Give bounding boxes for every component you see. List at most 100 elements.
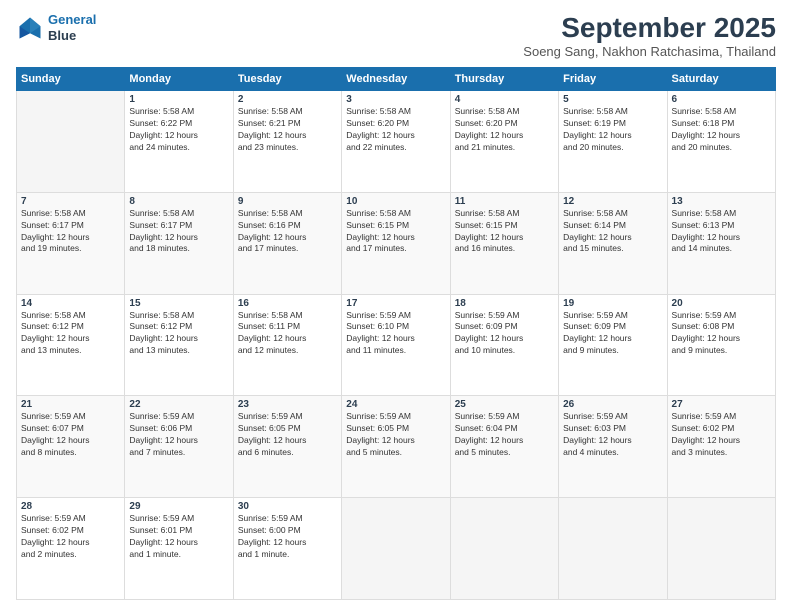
day-number: 21	[21, 399, 120, 410]
day-info: Sunrise: 5:58 AM Sunset: 6:18 PM Dayligh…	[672, 106, 771, 154]
calendar-body: 1Sunrise: 5:58 AM Sunset: 6:22 PM Daylig…	[17, 91, 776, 600]
calendar-cell: 19Sunrise: 5:59 AM Sunset: 6:09 PM Dayli…	[559, 294, 667, 396]
day-info: Sunrise: 5:58 AM Sunset: 6:15 PM Dayligh…	[455, 208, 554, 256]
day-info: Sunrise: 5:59 AM Sunset: 6:09 PM Dayligh…	[455, 310, 554, 358]
calendar-cell: 10Sunrise: 5:58 AM Sunset: 6:15 PM Dayli…	[342, 192, 450, 294]
calendar-cell: 24Sunrise: 5:59 AM Sunset: 6:05 PM Dayli…	[342, 396, 450, 498]
day-info: Sunrise: 5:59 AM Sunset: 6:02 PM Dayligh…	[672, 411, 771, 459]
day-number: 30	[238, 501, 337, 512]
day-info: Sunrise: 5:59 AM Sunset: 6:03 PM Dayligh…	[563, 411, 662, 459]
calendar-cell	[667, 498, 775, 600]
calendar-cell: 5Sunrise: 5:58 AM Sunset: 6:19 PM Daylig…	[559, 91, 667, 193]
calendar-cell: 13Sunrise: 5:58 AM Sunset: 6:13 PM Dayli…	[667, 192, 775, 294]
day-number: 10	[346, 196, 445, 207]
calendar-cell	[450, 498, 558, 600]
calendar-cell: 22Sunrise: 5:59 AM Sunset: 6:06 PM Dayli…	[125, 396, 233, 498]
day-info: Sunrise: 5:59 AM Sunset: 6:05 PM Dayligh…	[238, 411, 337, 459]
weekday-header: Thursday	[450, 68, 558, 91]
calendar-cell: 14Sunrise: 5:58 AM Sunset: 6:12 PM Dayli…	[17, 294, 125, 396]
day-number: 13	[672, 196, 771, 207]
day-info: Sunrise: 5:59 AM Sunset: 6:07 PM Dayligh…	[21, 411, 120, 459]
calendar-cell: 18Sunrise: 5:59 AM Sunset: 6:09 PM Dayli…	[450, 294, 558, 396]
day-info: Sunrise: 5:58 AM Sunset: 6:16 PM Dayligh…	[238, 208, 337, 256]
weekday-header-row: SundayMondayTuesdayWednesdayThursdayFrid…	[17, 68, 776, 91]
calendar-cell: 30Sunrise: 5:59 AM Sunset: 6:00 PM Dayli…	[233, 498, 341, 600]
day-number: 27	[672, 399, 771, 410]
header: General Blue September 2025 Soeng Sang, …	[16, 12, 776, 59]
day-info: Sunrise: 5:58 AM Sunset: 6:12 PM Dayligh…	[129, 310, 228, 358]
calendar-cell: 27Sunrise: 5:59 AM Sunset: 6:02 PM Dayli…	[667, 396, 775, 498]
day-number: 8	[129, 196, 228, 207]
day-info: Sunrise: 5:58 AM Sunset: 6:21 PM Dayligh…	[238, 106, 337, 154]
day-info: Sunrise: 5:59 AM Sunset: 6:09 PM Dayligh…	[563, 310, 662, 358]
day-number: 2	[238, 94, 337, 105]
day-info: Sunrise: 5:58 AM Sunset: 6:12 PM Dayligh…	[21, 310, 120, 358]
day-info: Sunrise: 5:59 AM Sunset: 6:01 PM Dayligh…	[129, 513, 228, 561]
day-number: 14	[21, 298, 120, 309]
day-info: Sunrise: 5:58 AM Sunset: 6:19 PM Dayligh…	[563, 106, 662, 154]
calendar-cell: 6Sunrise: 5:58 AM Sunset: 6:18 PM Daylig…	[667, 91, 775, 193]
day-number: 3	[346, 94, 445, 105]
calendar-cell: 3Sunrise: 5:58 AM Sunset: 6:20 PM Daylig…	[342, 91, 450, 193]
day-info: Sunrise: 5:59 AM Sunset: 6:06 PM Dayligh…	[129, 411, 228, 459]
calendar-cell: 8Sunrise: 5:58 AM Sunset: 6:17 PM Daylig…	[125, 192, 233, 294]
day-number: 20	[672, 298, 771, 309]
calendar-cell: 25Sunrise: 5:59 AM Sunset: 6:04 PM Dayli…	[450, 396, 558, 498]
calendar-cell	[559, 498, 667, 600]
calendar-table: SundayMondayTuesdayWednesdayThursdayFrid…	[16, 67, 776, 600]
day-number: 26	[563, 399, 662, 410]
day-info: Sunrise: 5:59 AM Sunset: 6:00 PM Dayligh…	[238, 513, 337, 561]
weekday-header: Saturday	[667, 68, 775, 91]
calendar-cell: 11Sunrise: 5:58 AM Sunset: 6:15 PM Dayli…	[450, 192, 558, 294]
calendar-cell	[342, 498, 450, 600]
weekday-header: Tuesday	[233, 68, 341, 91]
day-info: Sunrise: 5:58 AM Sunset: 6:17 PM Dayligh…	[21, 208, 120, 256]
day-number: 17	[346, 298, 445, 309]
day-info: Sunrise: 5:58 AM Sunset: 6:20 PM Dayligh…	[455, 106, 554, 154]
calendar-week-row: 7Sunrise: 5:58 AM Sunset: 6:17 PM Daylig…	[17, 192, 776, 294]
calendar-cell: 21Sunrise: 5:59 AM Sunset: 6:07 PM Dayli…	[17, 396, 125, 498]
day-number: 29	[129, 501, 228, 512]
day-info: Sunrise: 5:58 AM Sunset: 6:22 PM Dayligh…	[129, 106, 228, 154]
month-title: September 2025	[523, 12, 776, 44]
logo-icon	[16, 14, 44, 42]
day-info: Sunrise: 5:59 AM Sunset: 6:05 PM Dayligh…	[346, 411, 445, 459]
day-number: 6	[672, 94, 771, 105]
calendar-week-row: 28Sunrise: 5:59 AM Sunset: 6:02 PM Dayli…	[17, 498, 776, 600]
day-number: 24	[346, 399, 445, 410]
day-number: 18	[455, 298, 554, 309]
day-number: 9	[238, 196, 337, 207]
calendar-cell: 2Sunrise: 5:58 AM Sunset: 6:21 PM Daylig…	[233, 91, 341, 193]
logo: General Blue	[16, 12, 96, 43]
day-info: Sunrise: 5:59 AM Sunset: 6:10 PM Dayligh…	[346, 310, 445, 358]
calendar-week-row: 14Sunrise: 5:58 AM Sunset: 6:12 PM Dayli…	[17, 294, 776, 396]
calendar-cell: 1Sunrise: 5:58 AM Sunset: 6:22 PM Daylig…	[125, 91, 233, 193]
day-number: 11	[455, 196, 554, 207]
weekday-header: Friday	[559, 68, 667, 91]
day-info: Sunrise: 5:58 AM Sunset: 6:17 PM Dayligh…	[129, 208, 228, 256]
day-info: Sunrise: 5:58 AM Sunset: 6:13 PM Dayligh…	[672, 208, 771, 256]
day-info: Sunrise: 5:58 AM Sunset: 6:15 PM Dayligh…	[346, 208, 445, 256]
title-block: September 2025 Soeng Sang, Nakhon Ratcha…	[523, 12, 776, 59]
location-subtitle: Soeng Sang, Nakhon Ratchasima, Thailand	[523, 44, 776, 59]
day-info: Sunrise: 5:58 AM Sunset: 6:14 PM Dayligh…	[563, 208, 662, 256]
calendar-cell: 15Sunrise: 5:58 AM Sunset: 6:12 PM Dayli…	[125, 294, 233, 396]
weekday-header: Wednesday	[342, 68, 450, 91]
calendar-cell: 9Sunrise: 5:58 AM Sunset: 6:16 PM Daylig…	[233, 192, 341, 294]
day-info: Sunrise: 5:58 AM Sunset: 6:11 PM Dayligh…	[238, 310, 337, 358]
calendar-cell	[17, 91, 125, 193]
weekday-header: Sunday	[17, 68, 125, 91]
day-number: 5	[563, 94, 662, 105]
calendar-week-row: 1Sunrise: 5:58 AM Sunset: 6:22 PM Daylig…	[17, 91, 776, 193]
calendar-cell: 17Sunrise: 5:59 AM Sunset: 6:10 PM Dayli…	[342, 294, 450, 396]
weekday-header: Monday	[125, 68, 233, 91]
calendar-cell: 7Sunrise: 5:58 AM Sunset: 6:17 PM Daylig…	[17, 192, 125, 294]
calendar-cell: 26Sunrise: 5:59 AM Sunset: 6:03 PM Dayli…	[559, 396, 667, 498]
calendar-week-row: 21Sunrise: 5:59 AM Sunset: 6:07 PM Dayli…	[17, 396, 776, 498]
day-info: Sunrise: 5:59 AM Sunset: 6:02 PM Dayligh…	[21, 513, 120, 561]
day-number: 7	[21, 196, 120, 207]
calendar-cell: 20Sunrise: 5:59 AM Sunset: 6:08 PM Dayli…	[667, 294, 775, 396]
day-number: 12	[563, 196, 662, 207]
day-info: Sunrise: 5:59 AM Sunset: 6:04 PM Dayligh…	[455, 411, 554, 459]
day-info: Sunrise: 5:58 AM Sunset: 6:20 PM Dayligh…	[346, 106, 445, 154]
